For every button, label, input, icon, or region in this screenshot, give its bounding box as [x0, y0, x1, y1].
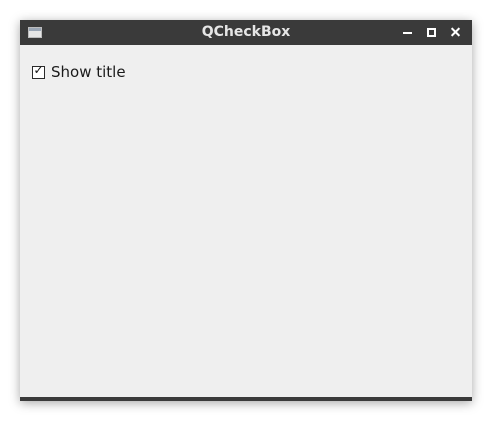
app-window: QCheckBox ✓ Show title [20, 20, 472, 401]
window-bottom-border [20, 397, 472, 401]
close-icon[interactable] [449, 26, 462, 39]
window-app-icon[interactable] [28, 27, 42, 38]
maximize-icon[interactable] [425, 26, 438, 39]
minimize-icon[interactable] [401, 26, 414, 39]
show-title-checkbox-row[interactable]: ✓ Show title [32, 62, 126, 82]
show-title-label[interactable]: Show title [51, 63, 126, 81]
title-bar[interactable]: QCheckBox [20, 20, 472, 45]
check-mark-icon: ✓ [33, 62, 44, 77]
show-title-checkbox[interactable]: ✓ [32, 62, 45, 79]
